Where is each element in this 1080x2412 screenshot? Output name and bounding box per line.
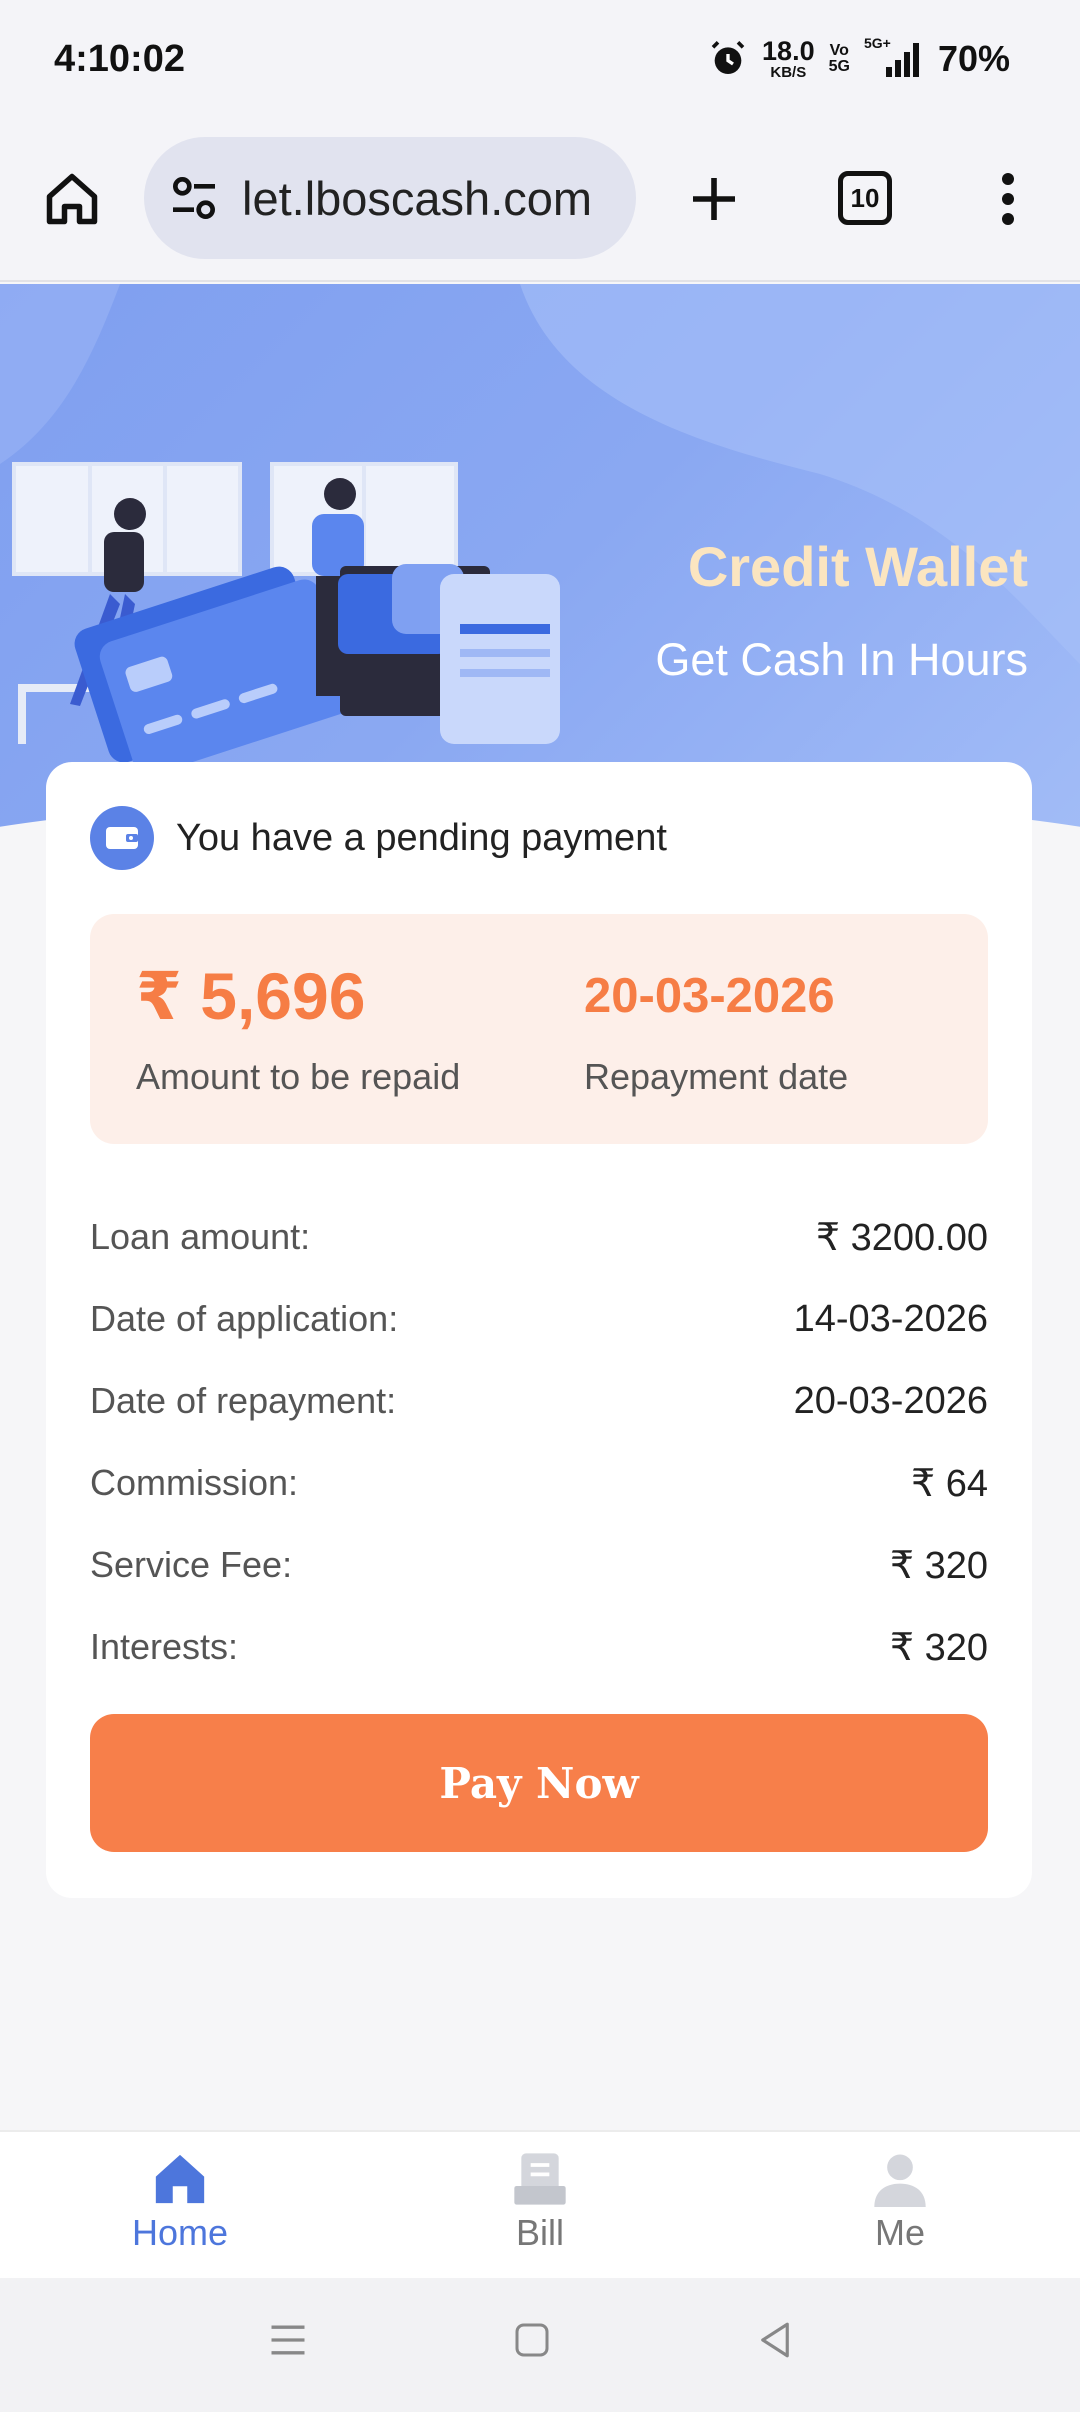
home-nav-icon[interactable]: [512, 2318, 552, 2362]
detail-label: Date of application:: [90, 1298, 399, 1339]
repayment-summary: ₹ 5,696 Amount to be repaid 20-03-2026 R…: [90, 914, 988, 1144]
pending-payment-text: You have a pending payment: [176, 816, 667, 859]
detail-label: Interests:: [90, 1626, 239, 1667]
tab-bill-label: Bill: [515, 2212, 564, 2253]
tab-home-label: Home: [131, 2212, 229, 2253]
status-icons: 18.0 KB/S Vo 5G 5G+ 70%: [708, 35, 1010, 81]
browser-toolbar: let.lboscash.com 10: [0, 125, 1080, 282]
net-speed: 18.0 KB/S: [762, 36, 815, 81]
hero-title: Credit Wallet: [687, 535, 1028, 598]
detail-value: ₹ 320: [889, 1544, 988, 1587]
repay-date: 20-03-2026: [584, 969, 835, 1023]
signal-icon: 5G+: [864, 35, 924, 79]
detail-value: ₹ 320: [889, 1626, 988, 1669]
detail-value: 14-03-2026: [793, 1297, 988, 1340]
detail-row-application-date: Date of application: 14-03-2026: [90, 1278, 988, 1360]
alarm-icon: [711, 41, 745, 74]
detail-row-commission: Commission: ₹ 64: [90, 1442, 988, 1524]
net-speed-unit: KB/S: [770, 64, 807, 81]
home-icon[interactable]: [42, 169, 102, 229]
tab-me[interactable]: Me: [720, 2132, 1080, 2278]
person-icon: [874, 2154, 926, 2207]
bill-icon: [514, 2153, 566, 2205]
repay-date-label: Repayment date: [584, 1056, 849, 1097]
hero-subtitle: Get Cash In Hours: [655, 634, 1028, 685]
detail-label: Loan amount:: [90, 1216, 311, 1257]
back-nav-icon[interactable]: [754, 2318, 796, 2362]
address-bar[interactable]: let.lboscash.com: [144, 137, 636, 259]
detail-row-interests: Interests: ₹ 320: [90, 1606, 988, 1688]
site-settings-icon[interactable]: [166, 170, 222, 226]
repay-amount: ₹ 5,696: [136, 959, 366, 1033]
detail-row-service-fee: Service Fee: ₹ 320: [90, 1524, 988, 1606]
more-options-icon[interactable]: [990, 169, 1026, 229]
recents-menu-icon[interactable]: [266, 2318, 310, 2362]
wallet-icon: [90, 806, 154, 870]
detail-row-loan-amount: Loan amount: ₹ 3200.00: [90, 1196, 988, 1278]
pay-now-button[interactable]: Pay Now: [90, 1714, 988, 1852]
detail-label: Date of repayment:: [90, 1380, 397, 1421]
status-bar: 4:10:02 18.0 KB/S Vo 5G 5G+ 70%: [0, 0, 1080, 125]
tab-switcher-button[interactable]: 10: [838, 171, 892, 225]
net-speed-value: 18.0: [762, 36, 815, 66]
volte-bottom: 5G: [828, 58, 850, 75]
status-time: 4:10:02: [54, 38, 185, 80]
home-icon: [155, 2154, 205, 2204]
system-navigation-bar: [0, 2278, 1080, 2412]
loan-details: Loan amount: ₹ 3200.00 Date of applicati…: [90, 1196, 988, 1688]
new-tab-icon[interactable]: [686, 171, 742, 227]
detail-label: Commission:: [90, 1462, 299, 1503]
battery-level: 70%: [937, 38, 1010, 79]
url-text: let.lboscash.com: [242, 171, 593, 225]
pending-header: You have a pending payment: [90, 806, 667, 870]
detail-value: ₹ 3200.00: [815, 1216, 988, 1259]
tab-home[interactable]: Home: [0, 2132, 360, 2278]
volte-top: Vo: [829, 42, 849, 59]
tab-me-label: Me: [874, 2212, 925, 2253]
repay-amount-label: Amount to be repaid: [136, 1056, 461, 1097]
pending-payment-card: You have a pending payment ₹ 5,696 Amoun…: [46, 762, 1032, 1898]
bottom-tab-bar: Home Bill Me: [0, 2130, 1080, 2278]
screen: 4:10:02 18.0 KB/S Vo 5G 5G+ 70% let.lbos…: [0, 0, 1080, 2412]
detail-label: Service Fee:: [90, 1544, 293, 1585]
detail-value: 20-03-2026: [793, 1379, 988, 1422]
detail-row-repayment-date: Date of repayment: 20-03-2026: [90, 1360, 988, 1442]
tab-bill[interactable]: Bill: [360, 2132, 720, 2278]
detail-value: ₹ 64: [910, 1462, 988, 1505]
volte-indicator: Vo 5G: [829, 43, 850, 75]
hero-illustration: [12, 462, 560, 776]
